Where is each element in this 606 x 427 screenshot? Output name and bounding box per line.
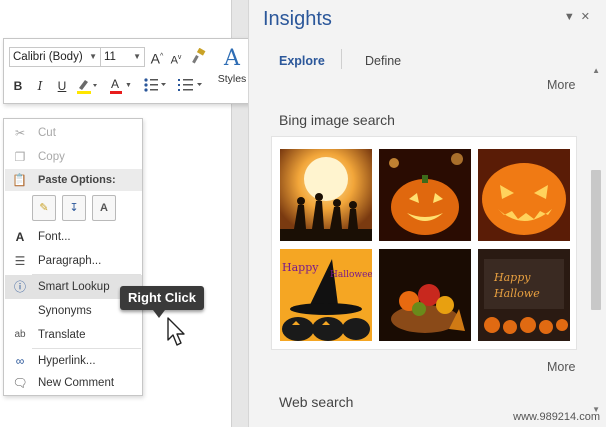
paragraph-icon: ☰ xyxy=(14,254,26,268)
paste-options-header: 📋 Paste Options: xyxy=(5,169,142,191)
grow-font-button[interactable]: A^ xyxy=(149,48,165,67)
right-click-callout: Right Click xyxy=(120,286,204,310)
more-link-bottom[interactable]: More xyxy=(547,360,575,374)
chevron-down-icon: ▼ xyxy=(89,52,97,61)
menu-item-label: Translate xyxy=(38,329,86,341)
mini-toolbar: Calibri (Body) ▼ 11 ▼ A^ Av B I U A ▼ A … xyxy=(3,38,253,104)
paste-merge-icon: ↧ xyxy=(69,202,79,214)
scissors-icon: ✂ xyxy=(14,126,26,140)
menu-item-label: Smart Lookup xyxy=(38,281,110,293)
clipboard-icon: 📋 xyxy=(12,173,27,187)
smart-lookup-icon: ⓘ xyxy=(13,280,26,294)
tab-divider xyxy=(341,49,342,69)
highlighter-icon xyxy=(77,80,97,94)
image-result-1[interactable] xyxy=(280,149,372,241)
menu-item-copy[interactable]: ❐ Copy xyxy=(5,145,142,169)
paste-text-only-icon: A xyxy=(100,202,108,214)
font-icon: A xyxy=(15,230,25,244)
pane-controls: ▼✕ xyxy=(564,10,596,23)
pane-options-icon[interactable]: ▼ xyxy=(564,11,581,23)
bullet-list-icon xyxy=(144,78,166,92)
font-name-select[interactable]: Calibri (Body) ▼ xyxy=(9,47,101,67)
grow-font-icon: A xyxy=(150,50,161,67)
thumb-text-happy: Happy xyxy=(282,261,319,274)
image-result-2[interactable] xyxy=(379,149,471,241)
pane-title: Insights xyxy=(263,8,332,30)
numbered-list-icon xyxy=(178,79,202,91)
image-results-grid: Happy Halloween Happy Hallowe xyxy=(271,136,577,350)
image-carved-pumpkin xyxy=(478,149,570,241)
bullets-button[interactable] xyxy=(142,77,168,95)
format-painter-button[interactable] xyxy=(190,47,208,66)
font-size-select[interactable]: 11 ▼ xyxy=(101,47,145,67)
menu-item-paragraph[interactable]: ☰ Paragraph... xyxy=(5,249,142,273)
image-result-4[interactable]: Happy Halloween xyxy=(280,249,372,341)
menu-item-hyperlink[interactable]: ∞ Hyperlink... xyxy=(5,349,142,373)
numbering-button[interactable] xyxy=(176,77,206,95)
tab-explore[interactable]: Explore xyxy=(279,54,325,68)
chevron-down-icon: ▼ xyxy=(125,82,132,89)
insights-pane: Insights ▼✕ Explore Define More Bing ima… xyxy=(248,0,606,427)
shrink-font-button[interactable]: Av xyxy=(169,49,183,67)
watermark: www.989214.com xyxy=(513,411,600,423)
image-happy-halloween-pumpkins: Happy Hallowe xyxy=(478,249,570,341)
menu-item-font[interactable]: A Font... xyxy=(5,225,142,249)
paste-keep-source-icon: ✎ xyxy=(39,202,49,214)
styles-icon: A xyxy=(224,46,240,71)
translate-icon: ab xyxy=(14,329,26,340)
hyperlink-icon: ∞ xyxy=(15,354,25,368)
close-icon[interactable]: ✕ xyxy=(581,11,596,23)
callout-tail xyxy=(153,310,165,318)
font-name-value: Calibri (Body) xyxy=(13,51,83,63)
highlight-color-button[interactable] xyxy=(74,77,100,95)
chevron-down-icon: ▼ xyxy=(133,52,141,61)
styles-label: Styles xyxy=(217,73,247,85)
menu-item-label: Cut xyxy=(38,127,56,139)
image-jack-o-lantern xyxy=(379,149,471,241)
comment-icon: 🗨 xyxy=(12,376,28,390)
paste-keep-formatting-button[interactable]: ✎ xyxy=(32,195,56,221)
italic-button[interactable]: I xyxy=(32,77,48,95)
menu-item-label: Font... xyxy=(38,231,71,243)
menu-item-label: Synonyms xyxy=(38,305,92,317)
image-harvest-basket xyxy=(379,249,471,341)
bold-button[interactable]: B xyxy=(10,77,26,95)
paste-options-label: Paste Options: xyxy=(38,174,116,186)
thumb-text-happy-2: Happy xyxy=(493,271,531,284)
thumb-text-halloween: Halloween xyxy=(330,270,372,280)
font-color-swatch xyxy=(110,91,122,94)
image-result-6[interactable]: Happy Hallowe xyxy=(478,249,570,341)
scroll-up-icon[interactable]: ▲ xyxy=(592,66,600,75)
image-result-5[interactable] xyxy=(379,249,471,341)
thumb-text-halloween-2: Hallowe xyxy=(493,287,540,300)
menu-item-cut[interactable]: ✂ Cut xyxy=(5,121,142,145)
image-result-3[interactable] xyxy=(478,149,570,241)
shrink-font-icon: A xyxy=(170,54,178,67)
menu-item-label: Copy xyxy=(38,151,65,163)
tab-define[interactable]: Define xyxy=(365,54,401,68)
mouse-cursor-icon xyxy=(167,317,185,346)
menu-item-new-comment[interactable]: 🗨 New Comment xyxy=(5,371,142,395)
image-witch-hat-pumpkins: Happy Halloween xyxy=(280,249,372,341)
menu-item-label: New Comment xyxy=(38,377,115,389)
more-link-top[interactable]: More xyxy=(547,78,575,92)
copy-icon: ❐ xyxy=(14,150,26,164)
bing-image-search-title: Bing image search xyxy=(279,112,395,128)
format-painter-icon xyxy=(192,47,206,64)
web-search-title: Web search xyxy=(279,394,354,410)
paste-merge-formatting-button[interactable]: ↧ xyxy=(62,195,86,221)
image-silhouettes-moon xyxy=(280,149,372,241)
menu-item-label: Hyperlink... xyxy=(38,355,96,367)
font-color-button[interactable]: A ▼ xyxy=(108,77,134,95)
scrollbar-thumb[interactable] xyxy=(591,170,601,310)
underline-button[interactable]: U xyxy=(54,77,70,95)
font-size-value: 11 xyxy=(104,51,116,63)
styles-button[interactable]: A Styles xyxy=(214,45,250,101)
context-menu: ✂ Cut ❐ Copy 📋 Paste Options: ✎ ↧ A A Fo… xyxy=(3,118,143,396)
menu-item-label: Paragraph... xyxy=(38,255,102,267)
paste-text-only-button[interactable]: A xyxy=(92,195,116,221)
menu-item-translate[interactable]: ab Translate xyxy=(5,323,142,347)
